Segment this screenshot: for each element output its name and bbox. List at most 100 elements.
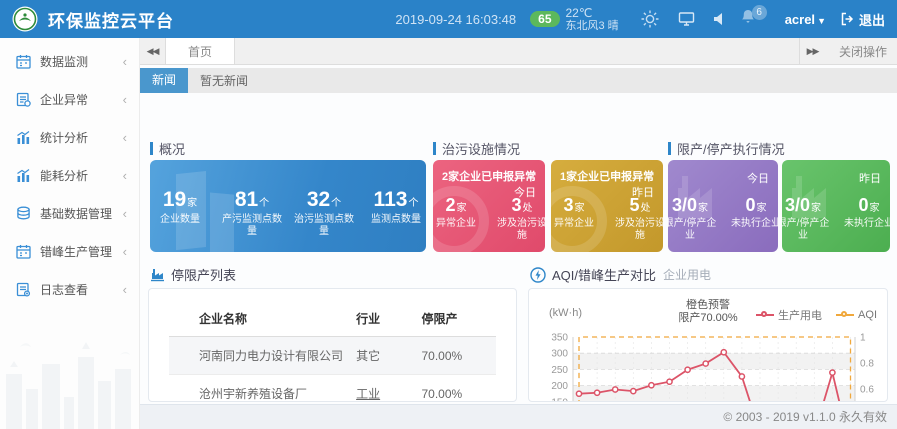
industry-link[interactable]: 工业: [352, 375, 417, 403]
svg-text:150: 150: [551, 397, 568, 402]
sidebar-item-label: 数据监测: [40, 53, 88, 70]
calendar-icon: [16, 244, 31, 259]
chevron-left-icon: ‹: [123, 54, 127, 69]
production-yesterday-card: 昨日 3/0家 限产/停产企业 0家 未执行企业: [782, 160, 890, 252]
overview-stats-card: 19家 企业数量 81个 产污监测点数量 32个 治污监测点数量 113个 监测…: [150, 160, 426, 252]
log-icon: [16, 282, 31, 297]
section-title: 限产/停产执行情况: [677, 139, 785, 158]
svg-text:200: 200: [551, 381, 568, 392]
stat-limited-enterprises: 3/0家 限产/停产企业: [782, 195, 831, 242]
legend-label: 生产用电: [778, 307, 822, 323]
chevron-down-icon: ▼: [817, 16, 826, 26]
section-subtitle: 企业用电: [663, 266, 711, 283]
industry-cell: 其它: [352, 337, 417, 375]
line-marker-icon: [836, 311, 854, 319]
tab-home[interactable]: 首页: [166, 38, 235, 64]
treatment-yesterday-card: 1家企业已申报异常 昨日 3家 异常企业 5处 涉及治污设施: [551, 160, 663, 252]
stat-noncompliant-enterprises: 0家 未执行企业: [728, 195, 778, 242]
svg-text:0.6: 0.6: [860, 385, 874, 396]
stat-facilities-involved: 3处 涉及治污设施: [494, 195, 545, 242]
section-title: 治污设施情况: [442, 139, 520, 158]
section-accent-bar: [668, 142, 671, 155]
legend-label: AQI: [858, 309, 877, 321]
aqi-chart-panel: (kW·h) 橙色预警 限产70.00% 生产用电 AQI: [528, 288, 888, 402]
line-chart[interactable]: 35030025020015010010.80.60.40.2: [537, 329, 881, 402]
column-industry: 行业: [352, 301, 417, 337]
section-title: AQI/错峰生产对比: [552, 265, 656, 284]
logout-label: 退出: [859, 10, 885, 29]
chart-legend: 生产用电 AQI: [742, 307, 877, 323]
period-label: 今日: [747, 170, 769, 186]
sidebar-item-label: 统计分析: [40, 129, 88, 146]
legend-item-power[interactable]: 生产用电: [756, 307, 822, 323]
column-company: 企业名称: [169, 301, 352, 337]
dashboard-content: 概况 治污设施情况 限产/停产执行情况 19家 企业数量: [140, 93, 897, 404]
limit-list-table: 企业名称 行业 停限产 河南同力电力设计有限公司 其它 70.00% 沧州宇新养…: [169, 301, 496, 402]
speaker-icon[interactable]: [713, 12, 726, 26]
monitor-icon[interactable]: [678, 11, 695, 27]
temperature-label: 22℃: [566, 6, 593, 20]
percent-cell: 70.00%: [418, 375, 497, 403]
table-row[interactable]: 河南同力电力设计有限公司 其它 70.00%: [169, 337, 496, 375]
percent-cell: 70.00%: [418, 337, 497, 375]
tab-bar: ◀◀ 首页 ▶▶ 关闭操作: [140, 38, 897, 65]
production-today-card: 今日 3/0家 限产/停产企业 0家 未执行企业: [668, 160, 778, 252]
section-title: 停限产列表: [171, 265, 236, 284]
aqi-badge: 65: [530, 11, 559, 27]
svg-text:1: 1: [860, 333, 866, 344]
section-title: 概况: [159, 139, 185, 158]
datetime-display: 2019-09-24 16:03:48: [395, 12, 516, 27]
chevron-left-icon: ‹: [123, 244, 127, 259]
news-button[interactable]: 新闻: [140, 68, 188, 93]
sun-weather-icon: [640, 9, 660, 29]
table-row[interactable]: 沧州宇新养殖设备厂 工业 70.00%: [169, 375, 496, 403]
stat-noncompliant-enterprises: 0家 未执行企业: [841, 195, 890, 242]
sidebar-item-enterprise-anomaly[interactable]: 企业异常 ‹: [0, 80, 139, 118]
notifications[interactable]: 6: [741, 9, 755, 29]
card-headline: 1家企业已申报异常: [560, 168, 654, 184]
stat-enterprise-count: 19家 企业数量: [150, 188, 211, 238]
chevron-left-icon: ‹: [123, 168, 127, 183]
sidebar-item-data-monitoring[interactable]: 数据监测 ‹: [0, 42, 139, 80]
legend-item-aqi[interactable]: AQI: [836, 309, 877, 321]
svg-text:250: 250: [551, 365, 568, 376]
app-title: 环保监控云平台: [48, 7, 174, 32]
sidebar-item-label: 能耗分析: [40, 167, 88, 184]
lightning-circle-icon: [530, 267, 546, 283]
close-operations-button[interactable]: 关闭操作: [825, 38, 897, 64]
weather-display: 22℃ 东北风3 晴: [566, 7, 619, 32]
sidebar-item-peak-production[interactable]: 错峰生产管理 ‹: [0, 232, 139, 270]
user-menu[interactable]: acrel▼: [785, 12, 826, 27]
factory-icon: [150, 267, 165, 282]
stat-abnormal-enterprises: 2家 异常企业: [433, 195, 484, 242]
chevron-left-icon: ‹: [123, 282, 127, 297]
section-production-header: 限产/停产执行情况: [668, 139, 785, 158]
svg-text:0.8: 0.8: [860, 359, 874, 370]
sidebar-item-statistics[interactable]: 统计分析 ‹: [0, 118, 139, 156]
section-overview-header: 概况: [150, 139, 185, 158]
sidebar-item-base-data[interactable]: 基础数据管理 ‹: [0, 194, 139, 232]
app-header: 环保监控云平台 2019-09-24 16:03:48 65 22℃ 东北风3 …: [0, 0, 897, 38]
sidebar: 数据监测 ‹ 企业异常 ‹ 统计分析 ‹ 能耗分析 ‹ 基础数据管理 ‹ 错峰生…: [0, 38, 140, 429]
notification-count-badge: 6: [752, 5, 767, 20]
company-cell: 河南同力电力设计有限公司: [169, 337, 352, 375]
logout-icon: [840, 12, 855, 26]
svg-text:350: 350: [551, 333, 568, 344]
city-skyline-watermark: [0, 319, 140, 429]
period-label: 昨日: [859, 170, 881, 186]
news-content: 暂无新闻: [200, 72, 248, 89]
database-icon: [16, 206, 31, 221]
treatment-today-card: 2家企业已申报异常 今日 2家 异常企业 3处 涉及治污设施: [433, 160, 545, 252]
tabs-scroll-right-button[interactable]: ▶▶: [799, 38, 825, 64]
chevron-left-icon: ‹: [123, 130, 127, 145]
sidebar-item-log-view[interactable]: 日志查看 ‹: [0, 270, 139, 308]
section-accent-bar: [433, 142, 436, 155]
stat-emission-points: 81个 产污监测点数量: [221, 188, 283, 238]
sidebar-item-label: 日志查看: [40, 281, 88, 298]
footer: © 2003 - 2019 v1.1.0 永久有效: [140, 404, 897, 429]
logout-button[interactable]: 退出: [840, 10, 885, 29]
app-logo-icon: [12, 6, 38, 32]
sidebar-item-energy-analysis[interactable]: 能耗分析 ‹: [0, 156, 139, 194]
page: 环保监控云平台 2019-09-24 16:03:48 65 22℃ 东北风3 …: [0, 0, 897, 429]
tabs-scroll-left-button[interactable]: ◀◀: [140, 38, 166, 64]
